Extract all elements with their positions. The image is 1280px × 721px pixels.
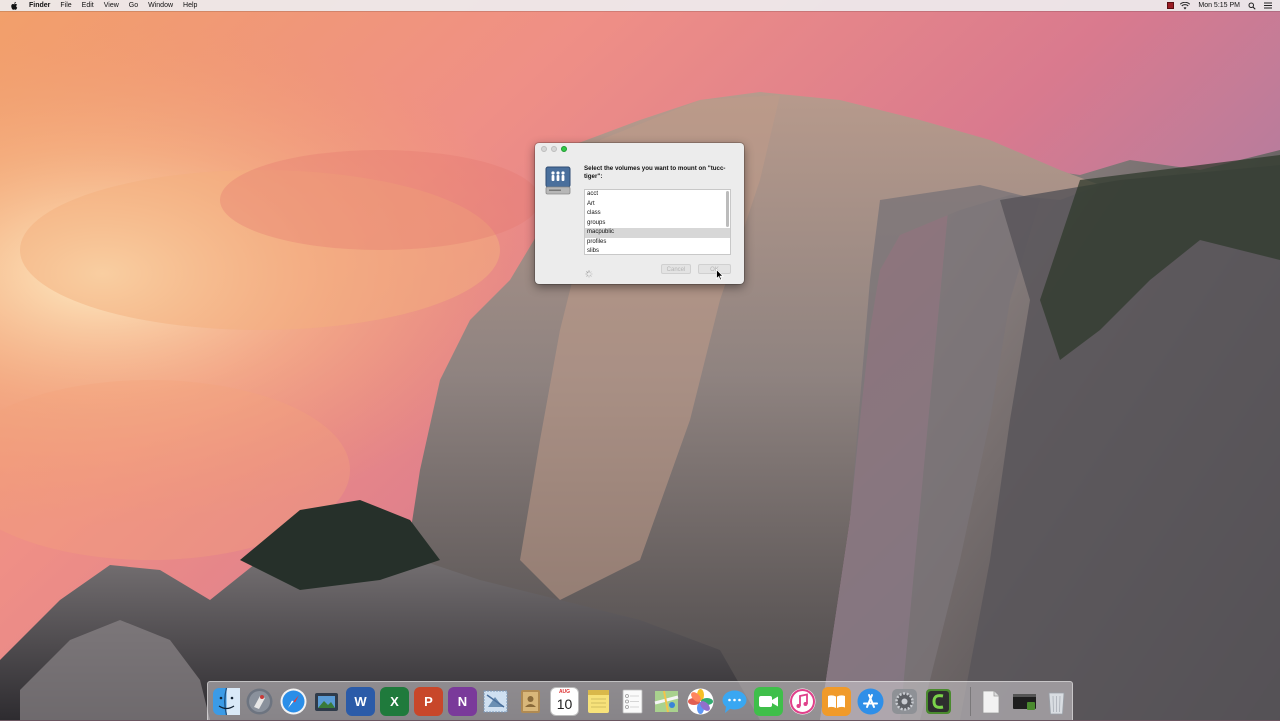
volume-item-slibs[interactable]: slibs	[585, 247, 730, 254]
dock-separator	[970, 687, 971, 716]
wifi-icon[interactable]	[1180, 1, 1191, 10]
menu-go[interactable]: Go	[129, 0, 138, 11]
dock-mail-icon[interactable]	[481, 687, 510, 716]
desktop-wallpaper	[0, 0, 1280, 720]
menu-clock[interactable]: Mon 5:15 PM	[1198, 0, 1240, 11]
dock-messages-icon[interactable]	[720, 687, 749, 716]
dock-word-icon[interactable]: W	[346, 687, 375, 716]
dialog-prompt: Select the volumes you want to mount on …	[584, 165, 726, 180]
calendar-month: AUG	[558, 689, 571, 695]
dock-system-preferences-icon[interactable]	[890, 687, 919, 716]
dock-itunes-icon[interactable]	[788, 687, 817, 716]
menu-bar: Finder File Edit View Go Window Help Mon…	[0, 0, 1280, 11]
dock-documents-stack-icon[interactable]	[976, 687, 1005, 716]
dock-trash-icon[interactable]	[1042, 687, 1071, 716]
volume-item-groups[interactable]: groups	[585, 219, 730, 229]
status-menu-icon[interactable]	[1167, 2, 1175, 9]
dock-maps-icon[interactable]	[652, 687, 681, 716]
dock-photos-icon[interactable]	[686, 687, 715, 716]
menu-edit[interactable]: Edit	[82, 0, 94, 11]
mount-volumes-dialog: Select the volumes you want to mount on …	[535, 143, 744, 284]
dock-safari-icon[interactable]	[279, 687, 308, 716]
menu-help[interactable]: Help	[183, 0, 197, 11]
cancel-button[interactable]: Cancel	[661, 264, 691, 274]
notification-center-icon[interactable]	[1264, 2, 1272, 9]
volume-item-class[interactable]: class	[585, 209, 730, 219]
volume-item-macpublic[interactable]: macpublic	[585, 228, 730, 238]
progress-spinner-icon	[585, 265, 593, 278]
calendar-day: 10	[556, 696, 573, 712]
dock-ibooks-icon[interactable]	[822, 687, 851, 716]
dock-reminders-icon[interactable]	[618, 687, 647, 716]
dock-screen-recording-icon[interactable]	[1010, 687, 1039, 716]
dock-powerpoint-icon[interactable]: P	[414, 687, 443, 716]
zoom-button[interactable]	[561, 146, 567, 152]
dock-launchpad-icon[interactable]	[245, 687, 274, 716]
apple-menu-icon[interactable]	[10, 0, 19, 11]
file-server-icon	[545, 166, 571, 195]
dock-notes-icon[interactable]	[584, 687, 613, 716]
dock-image-capture-icon[interactable]	[312, 687, 341, 716]
dialog-titlebar[interactable]	[535, 143, 744, 155]
volume-list[interactable]: acct Art class groups macpublic profiles…	[584, 189, 731, 255]
volume-item-acct[interactable]: acct	[585, 190, 730, 200]
dock-contacts-icon[interactable]	[516, 687, 545, 716]
dock-onenote-icon[interactable]: N	[448, 687, 477, 716]
dock-excel-icon[interactable]: X	[380, 687, 409, 716]
mouse-pointer-icon	[716, 268, 724, 281]
menu-window[interactable]: Window	[148, 0, 173, 11]
dock: W X P N AUG 10	[207, 681, 1073, 720]
volume-item-art[interactable]: Art	[585, 200, 730, 210]
minimize-button[interactable]	[551, 146, 557, 152]
menu-file[interactable]: File	[60, 0, 71, 11]
dock-app-store-icon[interactable]	[856, 687, 885, 716]
dock-facetime-icon[interactable]	[754, 687, 783, 716]
spotlight-search-icon[interactable]	[1248, 2, 1256, 10]
volume-list-scrollbar[interactable]	[726, 191, 729, 227]
close-button[interactable]	[541, 146, 547, 152]
menu-app-finder[interactable]: Finder	[29, 0, 50, 11]
dock-finder-icon[interactable]	[212, 687, 241, 716]
menu-view[interactable]: View	[104, 0, 119, 11]
dock-calendar-icon[interactable]: AUG 10	[550, 687, 579, 716]
volume-item-profiles[interactable]: profiles	[585, 238, 730, 248]
ok-button[interactable]: OK	[698, 264, 731, 274]
dock-camtasia-icon[interactable]	[924, 687, 953, 716]
